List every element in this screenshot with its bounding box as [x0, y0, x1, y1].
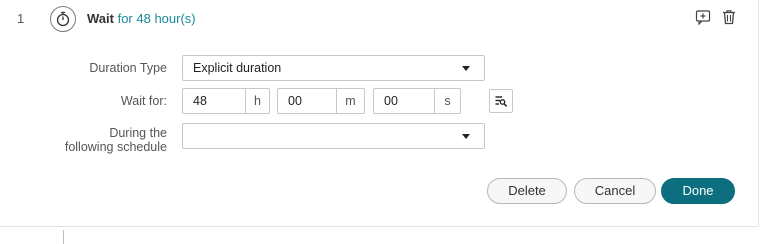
step-number: 1	[17, 11, 25, 26]
expression-picker-icon[interactable]	[489, 89, 513, 113]
schedule-select[interactable]	[182, 123, 485, 149]
flow-connector-line	[63, 230, 64, 244]
schedule-label: During the following schedule	[65, 126, 167, 154]
wait-step-card: 1 Wait for 48 hour(s) Duration Type Expl…	[0, 0, 759, 227]
caret-down-icon	[462, 134, 470, 139]
minutes-unit: m	[336, 89, 364, 113]
delete-button[interactable]: Delete	[487, 178, 567, 204]
trash-icon[interactable]	[721, 9, 737, 25]
step-title-action: Wait	[87, 11, 114, 26]
duration-type-value: Explicit duration	[193, 61, 282, 75]
duration-type-label: Duration Type	[89, 61, 167, 75]
add-comment-icon[interactable]	[695, 9, 711, 26]
hours-input[interactable]	[183, 89, 245, 113]
stopwatch-icon	[50, 6, 76, 32]
seconds-unit: s	[434, 89, 460, 113]
schedule-label-line2: following schedule	[64, 140, 167, 154]
step-title-detail: for 48 hour(s)	[117, 11, 196, 26]
seconds-field-group: s	[373, 88, 461, 114]
cancel-button[interactable]: Cancel	[574, 178, 656, 204]
schedule-label-line1: During the	[109, 126, 167, 140]
caret-down-icon	[462, 66, 470, 71]
minutes-field-group: m	[277, 88, 365, 114]
wait-for-label: Wait for:	[120, 94, 167, 108]
step-title[interactable]: Wait for 48 hour(s)	[87, 11, 196, 26]
duration-type-select[interactable]: Explicit duration	[182, 55, 485, 81]
minutes-input[interactable]	[278, 89, 336, 113]
done-button[interactable]: Done	[661, 178, 735, 204]
hours-field-group: h	[182, 88, 270, 114]
hours-unit: h	[245, 89, 269, 113]
seconds-input[interactable]	[374, 89, 434, 113]
